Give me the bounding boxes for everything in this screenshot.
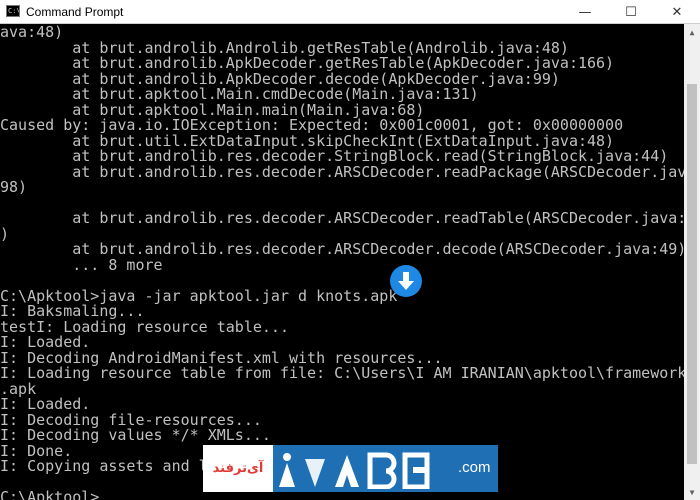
console-line: at brut.androlib.ApkDecoder.getResTable(… — [0, 54, 615, 72]
console-line: I: Baksmaling... — [0, 302, 145, 320]
console-line: 98) — [0, 178, 28, 196]
logo-persian-text: آی‌ترفند — [203, 445, 273, 492]
console-line: ... 8 more — [0, 255, 163, 274]
window-title: Command Prompt — [26, 5, 124, 19]
down-arrow-icon — [390, 265, 422, 297]
scroll-up-icon[interactable]: ▲ — [684, 24, 700, 40]
console-line: at brut.androlib.res.decoder.ARSCDecoder… — [0, 162, 684, 181]
close-button[interactable]: ✕ — [654, 0, 700, 24]
console-line: ava:48) — [0, 24, 64, 41]
scroll-thumb[interactable] — [687, 84, 697, 464]
command-prompt-icon: C:\ — [6, 5, 20, 17]
logo-dotcom-text: .com — [458, 459, 491, 476]
console-line: at brut.androlib.res.decoder.StringBlock… — [0, 147, 669, 165]
console-line: at brut.apktool.Main.cmdDecode(Main.java… — [0, 85, 479, 103]
title-bar[interactable]: C:\ Command Prompt — ☐ ✕ — [0, 0, 700, 24]
logo-mark-icon — [279, 452, 430, 489]
console-line: at brut.androlib.res.decoder.ARSCDecoder… — [0, 209, 684, 227]
vertical-scrollbar[interactable]: ▲ ▼ — [684, 24, 700, 500]
console-line: I: Loaded. — [0, 333, 91, 351]
console-line: I: Loading resource table from file: C:\… — [0, 364, 684, 382]
console-output[interactable]: ava:48) at brut.androlib.Androlib.getRes… — [0, 24, 684, 500]
console-line: I: Copying assets and l — [0, 457, 208, 475]
console-line: Caused by: java.io.IOException: Expected… — [0, 116, 624, 134]
console-line: I: Decoding values */* XMLs... — [0, 426, 271, 444]
down-arrow-glyph — [398, 272, 414, 290]
scroll-down-icon[interactable]: ▼ — [684, 484, 700, 500]
console-line: C:\Apktool> — [0, 488, 100, 500]
minimize-button[interactable]: — — [562, 0, 608, 24]
console-line: at brut.androlib.res.decoder.ARSCDecoder… — [0, 240, 684, 258]
console-line: I: Loaded. — [0, 395, 91, 413]
maximize-button[interactable]: ☐ — [608, 0, 654, 24]
watermark-logo: آی‌ترفند .com — [203, 445, 498, 492]
